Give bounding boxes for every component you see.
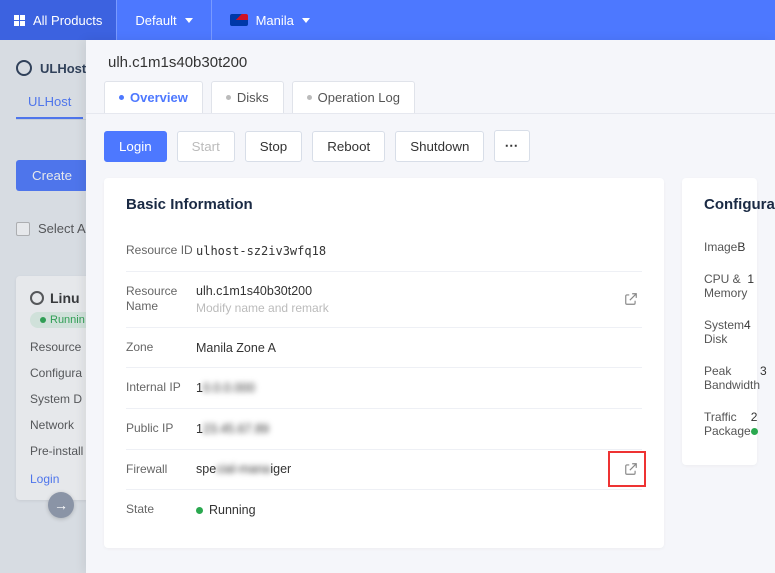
row-resource-id: Resource ID ulhost-sz2iv3wfq18 (126, 231, 642, 272)
all-products-label: All Products (33, 13, 102, 28)
ph-flag-icon (230, 14, 248, 26)
dot-icon (307, 95, 312, 100)
edit-icon[interactable] (624, 462, 638, 476)
shutdown-button[interactable]: Shutdown (395, 131, 484, 162)
redacted-ip: 23.45.67.89 (203, 422, 269, 436)
start-button: Start (177, 131, 235, 162)
cfg-row-image: ImageB (704, 231, 735, 263)
reboot-button[interactable]: Reboot (312, 131, 385, 162)
action-row: Login Start Stop Reboot Shutdown ⋯ (104, 130, 757, 162)
row-public-ip: Public IP 123.45.67.89 (126, 409, 642, 450)
row-zone: Zone Manila Zone A (126, 328, 642, 369)
tab-disks[interactable]: Disks (211, 81, 284, 113)
cfg-row-traffic: Traffic Package2 (704, 401, 735, 447)
row-firewall: Firewall special-manaiger (126, 450, 642, 491)
status-dot-icon (196, 507, 203, 514)
row-resource-name: Resource Name ulh.c1m1s40b30t200 Modify … (126, 272, 642, 328)
top-navbar: All Products Default Manila (0, 0, 775, 40)
stop-button[interactable]: Stop (245, 131, 302, 162)
project-dropdown[interactable]: Default (117, 0, 210, 40)
login-button[interactable]: Login (104, 131, 167, 162)
project-label: Default (135, 13, 176, 28)
status-dot-icon (751, 428, 758, 435)
tab-operation-log[interactable]: Operation Log (292, 81, 415, 113)
config-heading: Configura (704, 196, 735, 213)
dot-icon (119, 95, 124, 100)
chevron-down-icon (185, 18, 193, 23)
chevron-down-icon (302, 18, 310, 23)
panel-tabs: Overview Disks Operation Log (86, 81, 775, 113)
all-products-menu[interactable]: All Products (0, 0, 116, 40)
tab-overview[interactable]: Overview (104, 81, 203, 113)
edit-icon[interactable] (624, 292, 638, 306)
panel-title: ulh.c1m1s40b30t200 (86, 40, 775, 81)
dot-icon (226, 95, 231, 100)
redacted-ip: 0.0.0.000 (203, 381, 255, 395)
cfg-row-bw: Peak Bandwidth3 (704, 355, 735, 401)
row-state: State Running (126, 490, 642, 530)
row-internal-ip: Internal IP 10.0.0.000 (126, 368, 642, 409)
redacted-firewall: cial-mana (216, 462, 270, 476)
collapse-arrow-button[interactable]: → (48, 492, 74, 518)
more-button[interactable]: ⋯ (494, 130, 529, 162)
resource-name-value: ulh.c1m1s40b30t200 (196, 284, 642, 298)
detail-panel: ulh.c1m1s40b30t200 Overview Disks Operat… (86, 40, 775, 573)
panel-body: Login Start Stop Reboot Shutdown ⋯ Basic… (86, 113, 775, 573)
cfg-row-cpu: CPU & Memory1 (704, 263, 735, 309)
region-label: Manila (256, 13, 294, 28)
configuration-card: Configura ImageB CPU & Memory1 System Di… (682, 178, 757, 465)
resource-name-placeholder: Modify name and remark (196, 301, 642, 315)
region-dropdown[interactable]: Manila (212, 0, 328, 40)
cfg-row-disk: System Disk4 (704, 309, 735, 355)
grid-icon (14, 15, 25, 26)
basic-info-heading: Basic Information (126, 196, 642, 213)
basic-info-card: Basic Information Resource ID ulhost-sz2… (104, 178, 664, 548)
